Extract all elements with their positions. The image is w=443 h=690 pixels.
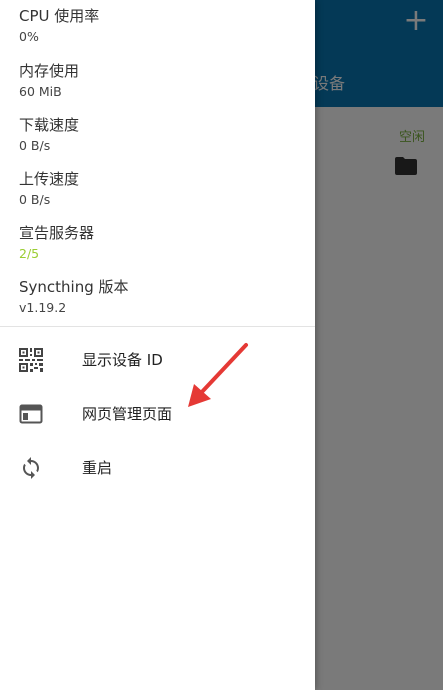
- menu-show-device-id[interactable]: 显示设备 ID: [0, 334, 315, 386]
- stat-announce-servers: 宣告服务器 2/5: [19, 223, 94, 263]
- menu-label: 网页管理页面: [82, 405, 173, 423]
- stat-version: Syncthing 版本 v1.19.2: [19, 277, 129, 317]
- stat-value: 2/5: [19, 246, 40, 261]
- stat-value: 0 B/s: [19, 138, 51, 153]
- stat-label: 上传速度: [19, 170, 80, 188]
- stat-value: v1.19.2: [19, 300, 67, 315]
- drawer-divider: [0, 326, 315, 327]
- stat-label: 下载速度: [19, 116, 80, 134]
- menu-label: 显示设备 ID: [82, 351, 163, 369]
- stat-download: 下载速度 0 B/s: [19, 115, 79, 155]
- stat-upload: 上传速度 0 B/s: [19, 169, 79, 209]
- stat-cpu: CPU 使用率 0%: [19, 6, 99, 46]
- stat-value: 0 B/s: [19, 192, 51, 207]
- menu-label: 重启: [82, 459, 113, 477]
- stat-memory: 内存使用 60 MiB: [19, 61, 79, 101]
- web-window-icon: [19, 404, 43, 424]
- stat-label: 宣告服务器: [19, 224, 95, 242]
- stat-value: 0%: [19, 29, 39, 44]
- menu-restart[interactable]: 重启: [0, 442, 315, 494]
- stat-label: 内存使用: [19, 62, 80, 80]
- menu-web-gui[interactable]: 网页管理页面: [0, 388, 315, 440]
- annotation-arrow-icon: [188, 343, 248, 407]
- stat-value: 60 MiB: [19, 84, 62, 99]
- navigation-drawer: CPU 使用率 0% 内存使用 60 MiB 下载速度 0 B/s 上传速度 0…: [0, 0, 315, 690]
- stat-label: CPU 使用率: [19, 7, 100, 25]
- stat-label: Syncthing 版本: [19, 278, 129, 296]
- sync-icon: [23, 457, 39, 479]
- qr-code-icon: [19, 348, 43, 372]
